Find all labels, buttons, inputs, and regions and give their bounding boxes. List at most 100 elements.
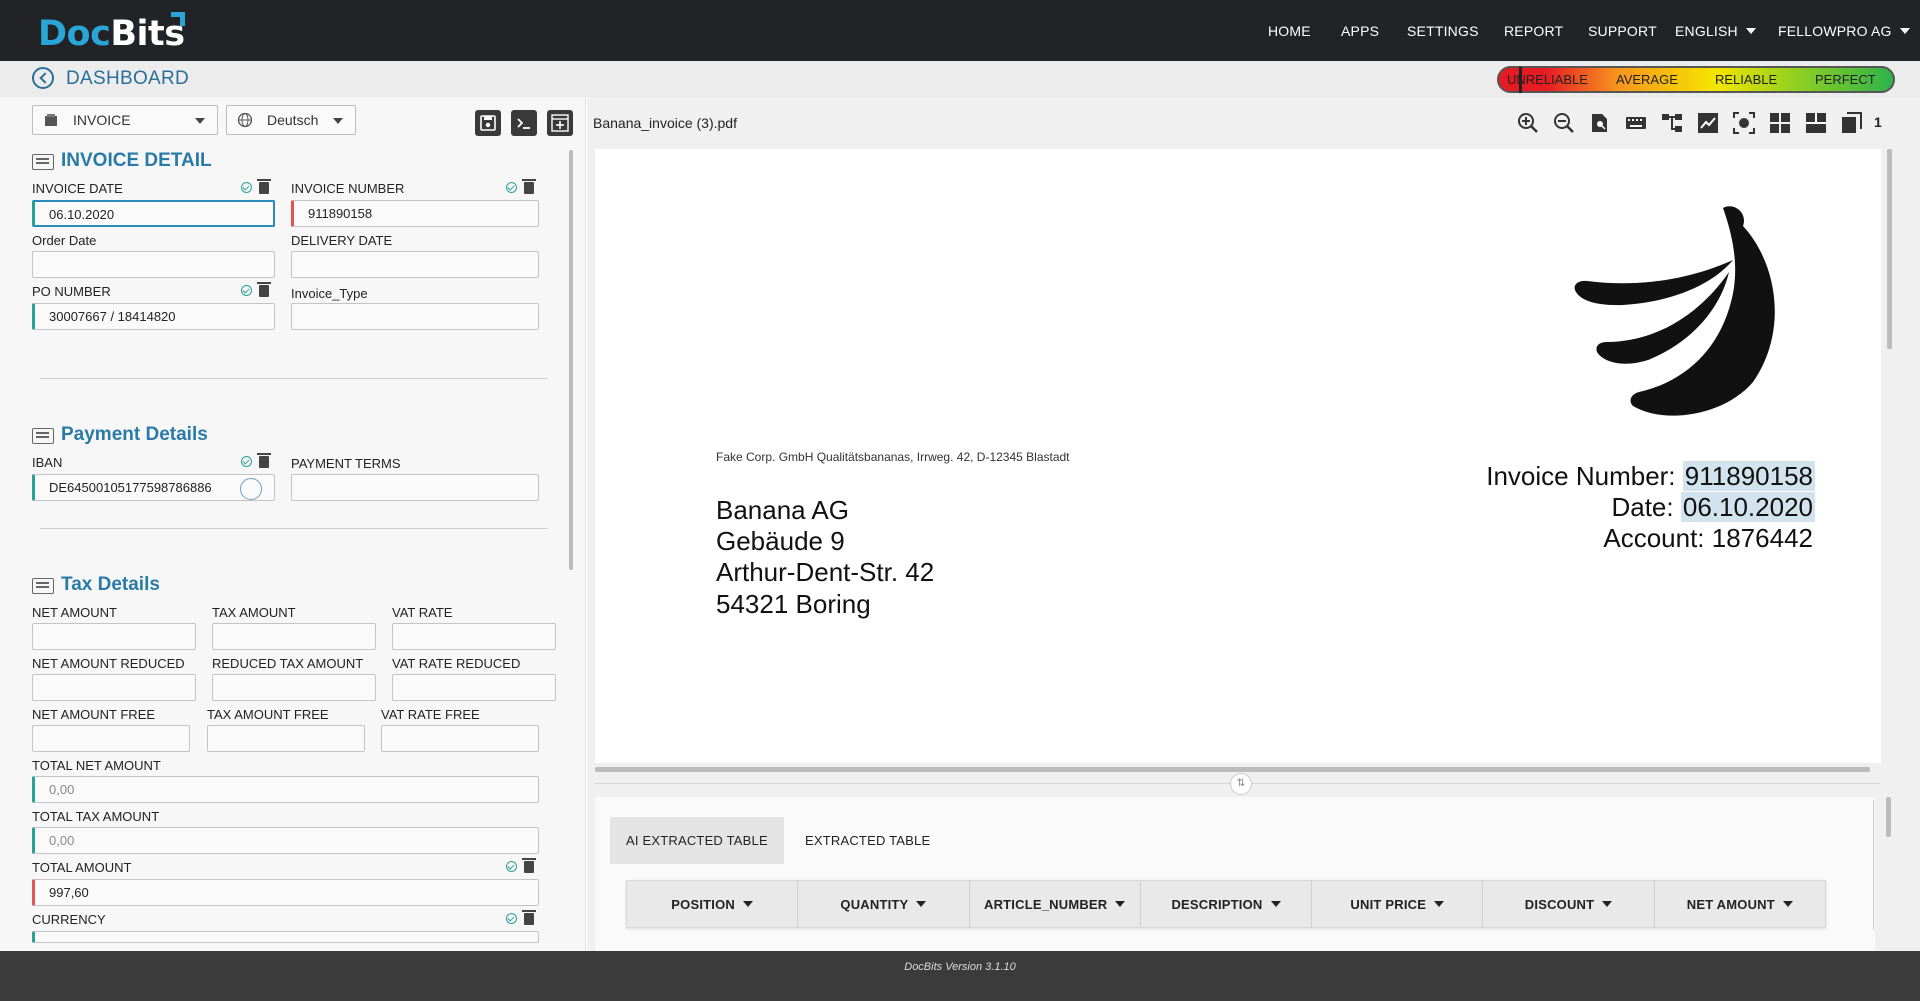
reliability-unreliable: UNRELIABLE — [1507, 72, 1588, 87]
resize-handle-icon[interactable]: ⇅ — [1230, 773, 1252, 795]
nav-settings[interactable]: SETTINGS — [1407, 0, 1479, 61]
split-layout-icon[interactable] — [1805, 112, 1827, 134]
back-icon[interactable] — [32, 67, 54, 89]
net-amount-free-label: NET AMOUNT FREE — [32, 707, 156, 722]
ocr-scan-icon[interactable] — [1733, 112, 1755, 134]
document-icon — [45, 114, 57, 126]
add-icon — [551, 114, 569, 132]
version-text: DocBits Version 3.1.10 — [904, 961, 1016, 973]
column-header-quantity[interactable]: QUANTITY — [798, 881, 970, 927]
vat-rate-free-field[interactable] — [381, 725, 539, 752]
iban-field[interactable]: DE64500105177598786886 — [32, 474, 275, 501]
terminal-button[interactable] — [511, 110, 537, 136]
nav-apps[interactable]: APPS — [1341, 0, 1379, 61]
tax-amount-free-field[interactable] — [207, 725, 365, 752]
net-amount-label: NET AMOUNT — [32, 605, 117, 620]
tax-amount-free-label: TAX AMOUNT FREE — [207, 707, 329, 722]
tab-ai-extracted-table[interactable]: AI EXTRACTED TABLE — [610, 817, 784, 864]
company-dropdown[interactable]: FELLOWPRO AG — [1778, 0, 1910, 61]
list-icon — [32, 154, 54, 170]
invoice-type-label: Invoice_Type — [291, 286, 368, 301]
document-type-select[interactable]: INVOICE — [32, 105, 218, 135]
column-header-discount[interactable]: DISCOUNT — [1483, 881, 1655, 927]
page-count: 1 — [1874, 114, 1882, 130]
invoice-date-field[interactable]: 06.10.2020 — [32, 200, 275, 227]
invoice-number-label: INVOICE NUMBER — [291, 181, 405, 196]
language-select[interactable]: Deutsch — [226, 105, 356, 135]
nav-report[interactable]: REPORT — [1504, 0, 1563, 61]
chevron-down-icon — [195, 118, 205, 124]
delete-icon[interactable] — [522, 179, 536, 194]
find-in-page-icon[interactable] — [1589, 112, 1611, 134]
language-dropdown[interactable]: ENGLISH — [1675, 0, 1756, 61]
delete-icon[interactable] — [257, 179, 271, 194]
section-title-payment-details: Payment Details — [61, 424, 208, 445]
delete-icon[interactable] — [257, 282, 271, 297]
sort-caret-icon — [1270, 901, 1281, 907]
sort-caret-icon — [1434, 901, 1445, 907]
chevron-down-icon — [1745, 27, 1756, 34]
delete-icon[interactable] — [522, 910, 536, 925]
delivery-date-field[interactable] — [291, 251, 539, 278]
net-amount-reduced-field[interactable] — [32, 674, 196, 701]
total-net-amount-label: TOTAL NET AMOUNT — [32, 758, 161, 773]
vat-rate-field[interactable] — [392, 623, 556, 650]
save-button[interactable] — [475, 110, 501, 136]
address-line: Banana AG — [716, 495, 849, 525]
delete-icon[interactable] — [257, 453, 271, 468]
reliability-perfect: PERFECT — [1815, 72, 1876, 87]
po-number-field[interactable]: 30007667 / 18414820 — [32, 303, 275, 330]
verified-icon — [506, 182, 517, 193]
add-field-button[interactable] — [547, 110, 573, 136]
reliability-reliable: RELIABLE — [1715, 72, 1778, 87]
pages-icon[interactable] — [1841, 112, 1863, 134]
reduced-tax-amount-field[interactable] — [212, 674, 376, 701]
docbits-logo[interactable]: DocBits — [38, 14, 185, 54]
invoice-number-field[interactable]: 911890158 — [291, 200, 539, 227]
section-divider — [40, 378, 548, 379]
fingerprint-icon[interactable] — [240, 478, 262, 500]
vat-rate-reduced-field[interactable] — [392, 674, 556, 701]
currency-field[interactable] — [32, 931, 539, 943]
zoom-out-icon[interactable] — [1553, 112, 1575, 134]
currency-label: CURRENCY — [32, 912, 106, 927]
nav-home[interactable]: HOME — [1268, 0, 1311, 61]
invoice-number-highlight[interactable]: 911890158 — [1682, 461, 1815, 491]
total-tax-amount-field[interactable]: 0,00 — [32, 827, 539, 854]
tab-extracted-table[interactable]: EXTRACTED TABLE — [789, 817, 946, 864]
hierarchy-icon[interactable] — [1661, 112, 1683, 134]
grid-layout-icon[interactable] — [1769, 112, 1791, 134]
total-amount-field[interactable]: 997,60 — [32, 879, 539, 906]
iban-label: IBAN — [32, 455, 63, 470]
sort-caret-icon — [743, 901, 753, 907]
keyboard-icon[interactable] — [1625, 112, 1647, 134]
document-horizontal-scrollbar[interactable] — [595, 767, 1870, 772]
banana-logo — [1574, 206, 1775, 416]
order-date-field[interactable] — [32, 251, 275, 278]
total-net-amount-field[interactable]: 0,00 — [32, 776, 539, 803]
tax-amount-field[interactable] — [212, 623, 376, 650]
delete-icon[interactable] — [522, 858, 536, 873]
column-header-net-amount[interactable]: NET AMOUNT — [1655, 881, 1825, 927]
total-amount-label: TOTAL AMOUNT — [32, 860, 132, 875]
trending-chart-icon[interactable] — [1697, 112, 1719, 134]
nav-support[interactable]: SUPPORT — [1588, 0, 1657, 61]
zoom-in-icon[interactable] — [1517, 112, 1539, 134]
column-header-article-number[interactable]: ARTICLE_NUMBER — [970, 881, 1141, 927]
table-scrollbar[interactable] — [1886, 797, 1891, 837]
column-header-description[interactable]: DESCRIPTION — [1141, 881, 1313, 927]
order-date-label: Order Date — [32, 233, 97, 248]
vat-rate-label: VAT RATE — [392, 605, 453, 620]
document-scrollbar[interactable] — [1887, 149, 1892, 349]
invoice-type-field[interactable] — [291, 303, 539, 330]
net-amount-free-field[interactable] — [32, 725, 190, 752]
panel-scrollbar[interactable] — [569, 150, 573, 570]
payment-terms-field[interactable] — [291, 474, 539, 501]
column-header-position[interactable]: POSITION — [627, 881, 799, 927]
date-highlight[interactable]: 06.10.2020 — [1680, 492, 1815, 522]
sort-caret-icon — [916, 901, 927, 907]
column-header-unit-price[interactable]: UNIT PRICE — [1312, 881, 1484, 927]
net-amount-field[interactable] — [32, 623, 196, 650]
verified-icon — [506, 861, 517, 872]
invoice-date-label: INVOICE DATE — [32, 181, 123, 196]
